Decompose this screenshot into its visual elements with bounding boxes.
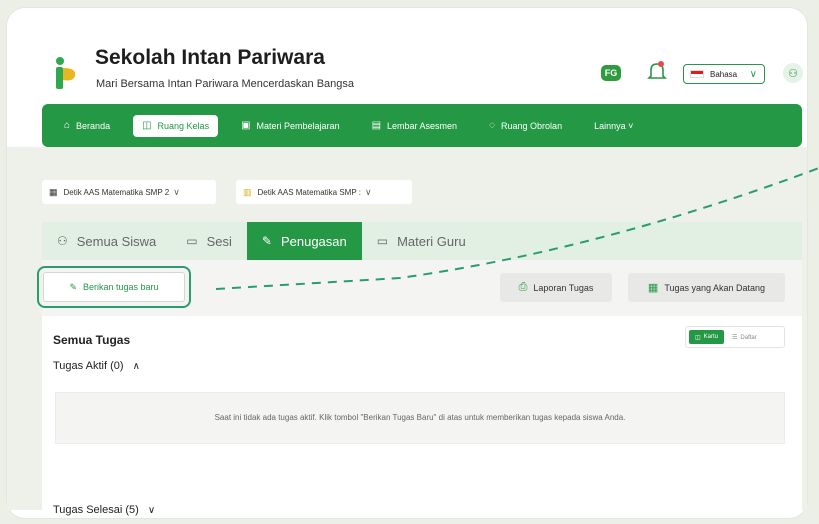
highlight-dashed-line bbox=[215, 167, 819, 290]
